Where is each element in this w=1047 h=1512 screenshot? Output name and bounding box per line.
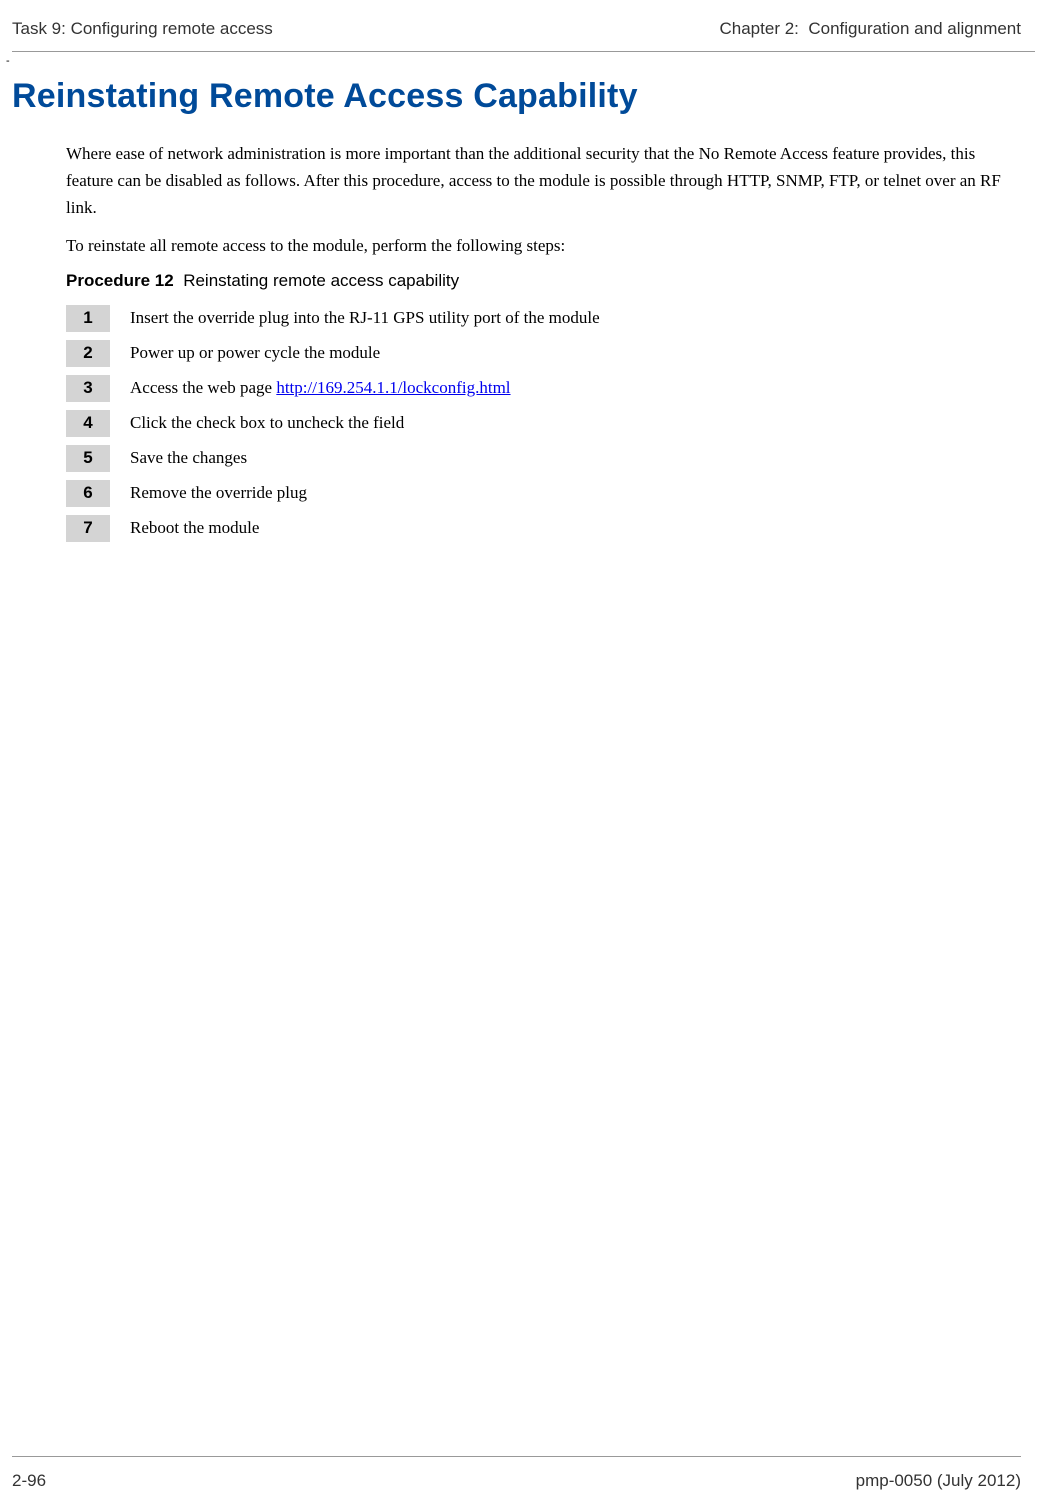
footer-divider	[12, 1456, 1021, 1457]
header-chapter-prefix: Chapter 2:	[720, 19, 799, 38]
header-divider	[12, 51, 1035, 52]
steps-list: 1 Insert the override plug into the RJ-1…	[0, 305, 1047, 542]
step-text: Save the changes	[130, 448, 247, 468]
page-footer: 2-96 pmp-0050 (July 2012)	[12, 1456, 1021, 1491]
stray-dash: -	[0, 55, 1047, 67]
step-row: 7 Reboot the module	[66, 515, 1047, 542]
step-text: Power up or power cycle the module	[130, 343, 380, 363]
step-row: 6 Remove the override plug	[66, 480, 1047, 507]
step-text: Access the web page http://169.254.1.1/l…	[130, 378, 511, 398]
step-number: 1	[66, 305, 110, 332]
step-row: 4 Click the check box to uncheck the fie…	[66, 410, 1047, 437]
header-chapter: Chapter 2: Configuration and alignment	[720, 19, 1022, 39]
procedure-heading: Procedure 12 Reinstating remote access c…	[0, 269, 1047, 305]
step-number: 5	[66, 445, 110, 472]
step-row: 2 Power up or power cycle the module	[66, 340, 1047, 367]
lockconfig-link[interactable]: http://169.254.1.1/lockconfig.html	[276, 378, 510, 397]
step-text: Remove the override plug	[130, 483, 307, 503]
step-text: Reboot the module	[130, 518, 259, 538]
page-number: 2-96	[12, 1471, 46, 1491]
procedure-label: Procedure 12	[66, 271, 174, 290]
step-row: 1 Insert the override plug into the RJ-1…	[66, 305, 1047, 332]
step-row: 5 Save the changes	[66, 445, 1047, 472]
intro-paragraph-1: Where ease of network administration is …	[0, 140, 1047, 222]
header-chapter-suffix: Configuration and alignment	[808, 19, 1021, 38]
document-id: pmp-0050 (July 2012)	[856, 1471, 1021, 1491]
step-row: 3 Access the web page http://169.254.1.1…	[66, 375, 1047, 402]
step-number: 2	[66, 340, 110, 367]
step-number: 3	[66, 375, 110, 402]
step-number: 7	[66, 515, 110, 542]
procedure-title-text: Reinstating remote access capability	[183, 271, 459, 290]
intro-paragraph-2: To reinstate all remote access to the mo…	[0, 232, 1047, 259]
step-number: 6	[66, 480, 110, 507]
step-text: Insert the override plug into the RJ-11 …	[130, 308, 600, 328]
header-task: Task 9: Configuring remote access	[12, 19, 273, 39]
step-text: Click the check box to uncheck the field	[130, 413, 404, 433]
step-prefix: Access the web page	[130, 378, 276, 397]
page-title: Reinstating Remote Access Capability	[0, 67, 1047, 140]
page-header: Task 9: Configuring remote access Chapte…	[0, 0, 1047, 51]
step-number: 4	[66, 410, 110, 437]
